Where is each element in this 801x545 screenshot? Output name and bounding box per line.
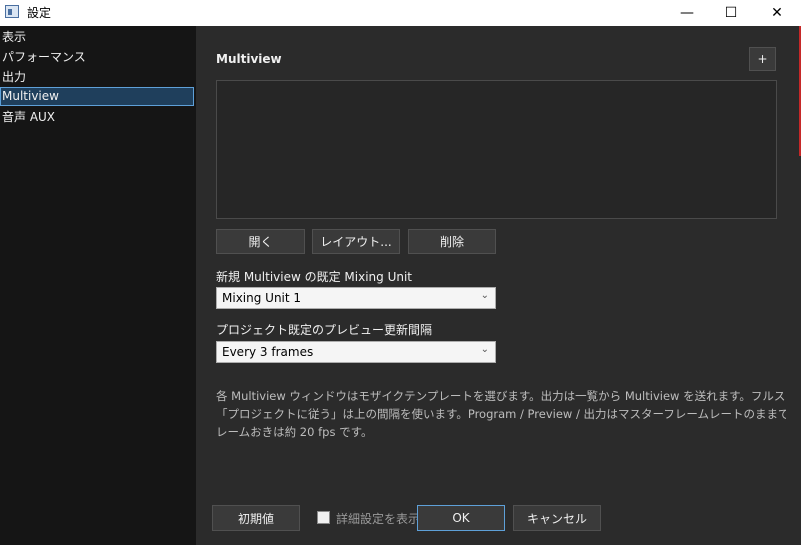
title-bar: 設定 — ☐ ✕ <box>0 0 801 26</box>
advanced-settings-label[interactable]: 詳細設定を表示 <box>336 510 418 527</box>
preview-interval-select[interactable]: Every 3 frames ⌄ <box>216 341 496 363</box>
multiview-list[interactable] <box>216 80 777 219</box>
cancel-button[interactable]: キャンセル <box>513 505 601 531</box>
window-title: 設定 <box>27 6 52 20</box>
layout-button[interactable]: レイアウト... <box>312 229 400 254</box>
help-text: 各 Multiview ウィンドウはモザイクテンプレートを選びます。出力は一覧か… <box>216 387 786 441</box>
close-button[interactable]: ✕ <box>754 0 800 26</box>
help-line: 「プロジェクトに従う」は上の間隔を使います。Program / Preview … <box>216 407 786 421</box>
sidebar-item-audio-aux[interactable]: 音声 AUX <box>0 108 194 127</box>
preview-interval-label: プロジェクト既定のプレビュー更新間隔 <box>216 323 433 337</box>
defaults-button[interactable]: 初期値 <box>212 505 300 531</box>
preview-interval-value: Every 3 frames <box>222 345 314 359</box>
help-line: レームおきは約 20 fps です。 <box>216 425 373 439</box>
maximize-button[interactable]: ☐ <box>708 0 754 26</box>
delete-button[interactable]: 削除 <box>408 229 496 254</box>
sidebar-item-performance[interactable]: パフォーマンス <box>0 48 194 67</box>
sidebar-item-display[interactable]: 表示 <box>0 28 194 47</box>
minimize-button[interactable]: — <box>664 0 710 26</box>
sidebar-item-output[interactable]: 出力 <box>0 68 194 87</box>
help-line: 各 Multiview ウィンドウはモザイクテンプレートを選びます。出力は一覧か… <box>216 389 786 403</box>
mixing-unit-value: Mixing Unit 1 <box>222 291 302 305</box>
advanced-settings-checkbox[interactable] <box>317 511 330 524</box>
sidebar: 表示 パフォーマンス 出力 Multiview 音声 AUX <box>0 26 196 545</box>
add-multiview-button[interactable]: + <box>749 47 776 71</box>
section-title: Multiview <box>216 52 282 66</box>
app-icon <box>5 5 19 18</box>
sidebar-item-multiview[interactable]: Multiview <box>0 87 194 106</box>
mixing-unit-label: 新規 Multiview の既定 Mixing Unit <box>216 270 412 284</box>
chevron-down-icon: ⌄ <box>480 344 489 355</box>
open-button[interactable]: 開く <box>216 229 305 254</box>
chevron-down-icon: ⌄ <box>480 290 489 301</box>
ok-button[interactable]: OK <box>417 505 505 531</box>
mixing-unit-select[interactable]: Mixing Unit 1 ⌄ <box>216 287 496 309</box>
